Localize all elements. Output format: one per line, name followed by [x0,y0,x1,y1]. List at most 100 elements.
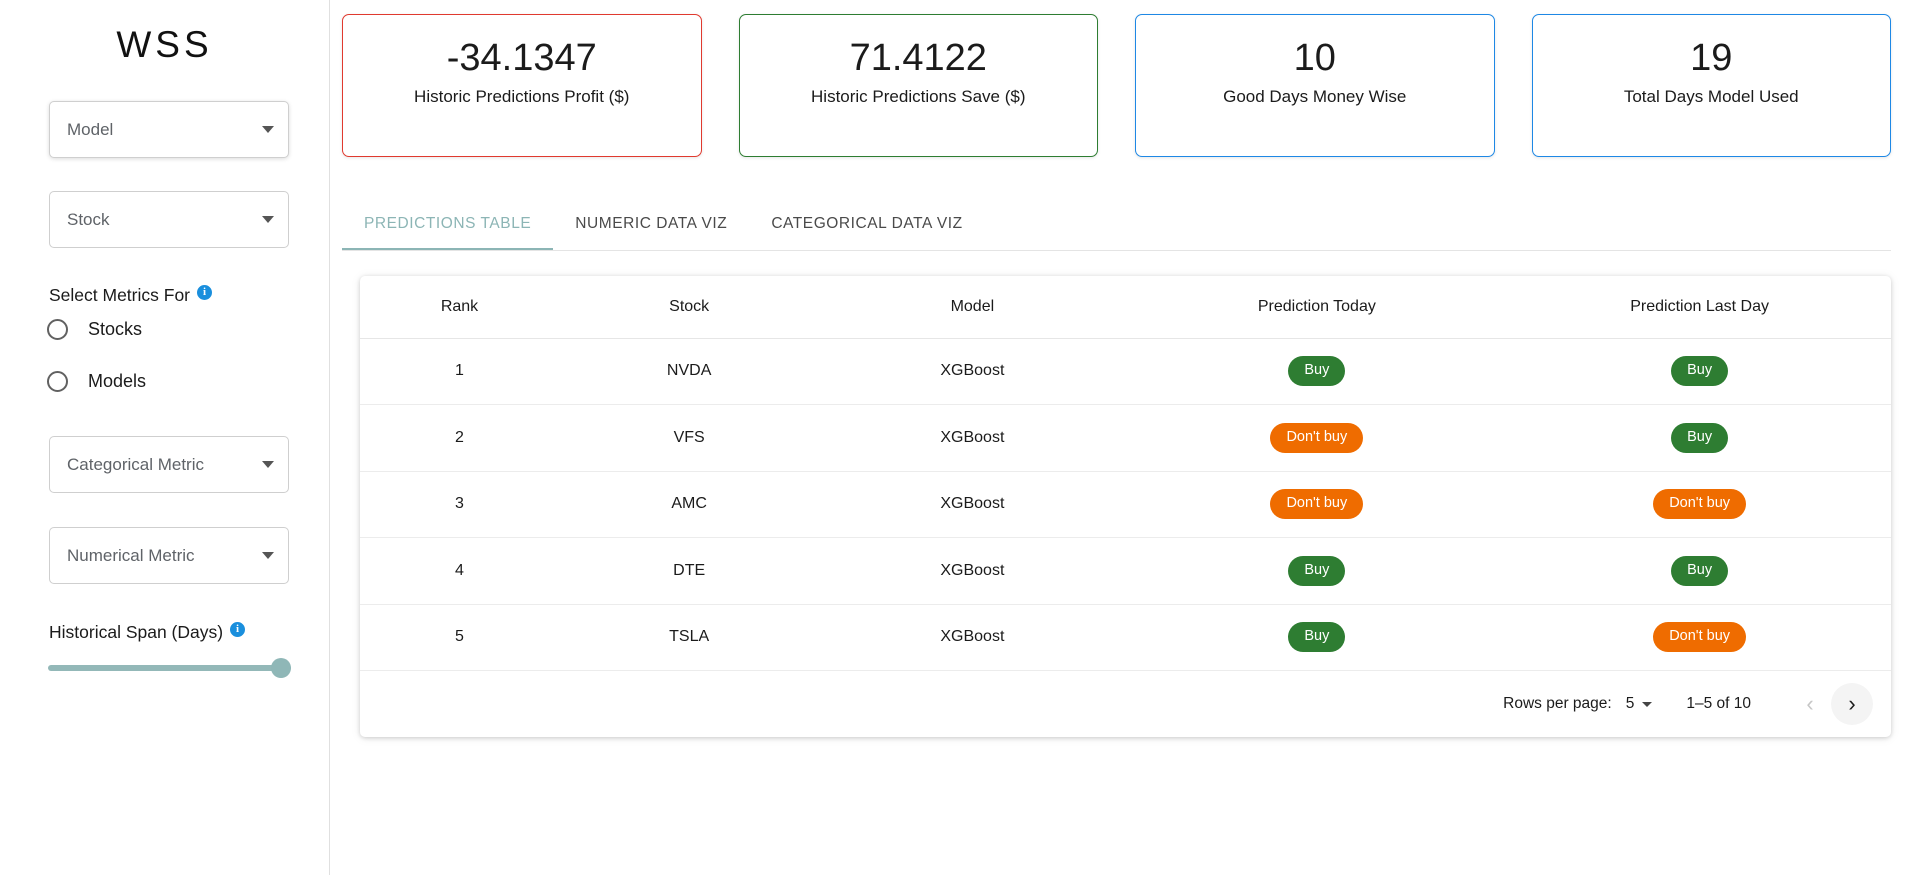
table-row: 5 TSLA XGBoost Buy Don't buy [360,604,1891,671]
predictions-table-card: Rank Stock Model Prediction Today Predic… [360,276,1891,737]
slider-track [48,665,291,671]
chevron-right-icon[interactable]: › [1831,683,1873,725]
tab-numeric-data-viz[interactable]: Numeric Data Viz [553,198,749,250]
cell-stock: NVDA [559,338,820,405]
select-metrics-for-text: Select Metrics For [49,285,190,305]
table-row: 3 AMC XGBoost Don't buy Don't buy [360,471,1891,538]
prediction-badge-today[interactable]: Don't buy [1270,489,1364,520]
categorical-metric-select[interactable]: Categorical Metric [49,436,289,493]
cell-rank: 5 [360,604,560,671]
chevron-down-icon [262,461,274,468]
radio-label-models: Models [88,371,147,391]
main-content: -34.1347 Historic Predictions Profit ($)… [330,0,1913,875]
app-logo: WSS [116,24,213,65]
column-header-model: Model [819,276,1126,339]
cell-prediction-last-day: Don't buy [1508,604,1891,671]
prediction-badge-today[interactable]: Don't buy [1270,422,1364,453]
cell-model: XGBoost [819,471,1126,538]
prediction-badge-today[interactable]: Buy [1288,622,1346,653]
table-pagination: Rows per page: 5 1–5 of 10 ‹ › [360,671,1891,737]
app-root: WSS Model Stock Select Metrics For i Sto… [0,0,1913,875]
radio-circle-icon [47,371,68,392]
cell-stock: TSLA [559,604,820,671]
predictions-table: Rank Stock Model Prediction Today Predic… [360,276,1891,671]
table-row: 4 DTE XGBoost Buy Buy [360,537,1891,605]
cell-prediction-last-day: Buy [1508,338,1891,405]
cell-rank: 4 [360,537,560,605]
column-header-stock: Stock [559,276,820,339]
cell-model: XGBoost [819,537,1126,605]
cell-prediction-today: Don't buy [1125,471,1509,538]
stock-select[interactable]: Stock [49,191,289,248]
cell-model: XGBoost [819,404,1126,472]
tab-predictions-table[interactable]: Predictions Table [342,198,554,250]
cell-prediction-today: Buy [1125,537,1509,605]
rows-per-page-select[interactable]: 5 [1626,695,1653,713]
select-metrics-for-label: Select Metrics For i [49,285,212,306]
table-header-row: Rank Stock Model Prediction Today Predic… [360,276,1891,339]
prediction-badge-today[interactable]: Buy [1288,356,1346,387]
info-icon[interactable]: i [230,622,246,637]
categorical-metric-label: Categorical Metric [67,454,204,474]
radio-option-models[interactable]: Models [47,371,146,392]
cell-rank: 1 [360,338,560,405]
numerical-metric-select[interactable]: Numerical Metric [49,527,289,584]
cell-model: XGBoost [819,604,1126,671]
cell-prediction-last-day: Don't buy [1508,471,1891,538]
chevron-down-icon [262,216,274,223]
stat-caption: Historic Predictions Save ($) [811,86,1026,106]
prediction-badge-last-day[interactable]: Buy [1671,356,1729,387]
table-row: 1 NVDA XGBoost Buy Buy [360,338,1891,405]
cell-stock: VFS [559,404,820,472]
prediction-badge-last-day[interactable]: Don't buy [1653,489,1747,520]
chevron-left-icon: ‹ [1806,691,1814,716]
stock-select-label: Stock [67,209,110,229]
chevron-down-icon [262,552,274,559]
pagination-range-text: 1–5 of 10 [1686,695,1751,712]
prediction-badge-last-day[interactable]: Buy [1671,555,1729,586]
numerical-metric-label: Numerical Metric [67,545,195,565]
prediction-badge-last-day[interactable]: Don't buy [1653,622,1747,653]
model-select[interactable]: Model [49,101,289,158]
stat-card-good-days-money-wise: 10 Good Days Money Wise [1135,14,1495,157]
stat-caption: Good Days Money Wise [1223,86,1407,106]
column-header-prediction-today: Prediction Today [1125,276,1509,339]
stat-cards-row: -34.1347 Historic Predictions Profit ($)… [330,0,1913,157]
cell-model: XGBoost [819,338,1126,405]
stat-value: 10 [1293,37,1336,79]
historical-span-label: Historical Span (Days) i [49,622,246,643]
historical-span-slider[interactable] [48,655,291,681]
prediction-badge-last-day[interactable]: Buy [1671,422,1729,453]
cell-rank: 3 [360,471,560,538]
table-head: Rank Stock Model Prediction Today Predic… [360,276,1891,339]
cell-prediction-today: Buy [1125,338,1509,405]
historical-span-text: Historical Span (Days) [49,622,224,642]
cell-prediction-last-day: Buy [1508,537,1891,605]
stat-caption: Historic Predictions Profit ($) [414,86,630,106]
column-header-prediction-last-day: Prediction Last Day [1508,276,1891,339]
cell-stock: DTE [559,537,820,605]
chevron-down-icon [1642,701,1653,707]
cell-prediction-today: Buy [1125,604,1509,671]
stat-card-historic-predictions-save: 71.4122 Historic Predictions Save ($) [738,14,1098,157]
stat-caption: Total Days Model Used [1623,86,1799,106]
table-body: 1 NVDA XGBoost Buy Buy 2 VFS XGBoost Don… [360,338,1891,671]
tab-categorical-data-viz[interactable]: Categorical Data Viz [749,198,984,250]
info-icon[interactable]: i [197,285,212,300]
stat-value: 19 [1690,37,1733,79]
stat-card-total-days-model-used: 19 Total Days Model Used [1531,14,1891,157]
radio-option-stocks[interactable]: Stocks [47,319,142,340]
chevron-down-icon [262,126,274,133]
table-row: 2 VFS XGBoost Don't buy Buy [360,404,1891,472]
stat-card-historic-predictions-profit: -34.1347 Historic Predictions Profit ($) [342,14,702,157]
tab-bar: Predictions Table Numeric Data Viz Categ… [342,199,1891,251]
cell-stock: AMC [559,471,820,538]
prediction-badge-today[interactable]: Buy [1288,555,1346,586]
stat-value: 71.4122 [849,37,987,79]
slider-thumb[interactable] [271,658,291,678]
column-header-rank: Rank [360,276,560,339]
model-select-label: Model [67,119,114,139]
radio-circle-icon [47,319,68,340]
radio-label-stocks: Stocks [88,319,143,339]
cell-prediction-last-day: Buy [1508,404,1891,472]
